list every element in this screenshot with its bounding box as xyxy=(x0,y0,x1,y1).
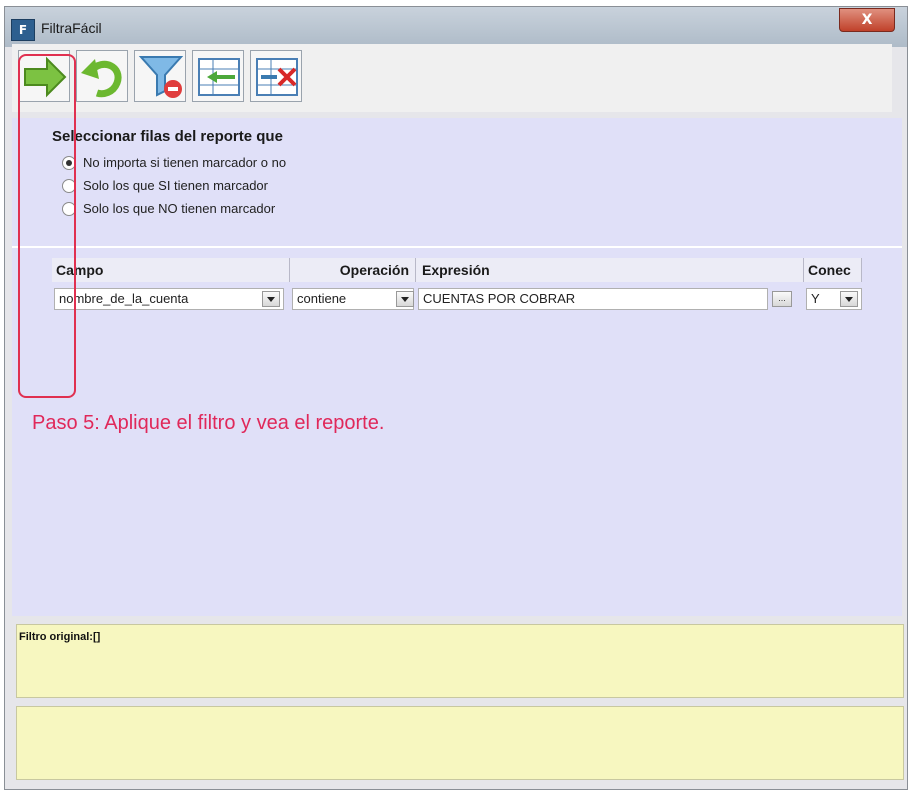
funnel-remove-icon xyxy=(138,56,184,98)
clear-filter-button[interactable] xyxy=(134,50,186,102)
radio-label: Solo los que SI tienen marcador xyxy=(83,178,268,194)
filter-grid-panel: Campo Operación Expresión Conec nombre_d… xyxy=(12,248,902,616)
radio-option-any[interactable]: No importa si tienen marcador o no xyxy=(62,154,286,172)
title-bar[interactable]: F FiltraFácil X xyxy=(5,7,907,47)
campo-select[interactable]: nombre_de_la_cuenta xyxy=(54,288,284,310)
app-icon: F xyxy=(11,19,35,41)
table-delete-row-icon xyxy=(256,58,298,96)
chevron-down-icon[interactable] xyxy=(396,291,414,307)
original-filter-label: Filtro original:[] xyxy=(19,631,101,643)
window-title: FiltraFácil xyxy=(41,20,102,36)
selection-panel: Seleccionar filas del reporte que No imp… xyxy=(12,118,902,248)
undo-button[interactable] xyxy=(76,50,128,102)
ellipsis-button[interactable]: ... xyxy=(772,291,792,307)
radio-option-without-marker[interactable]: Solo los que NO tienen marcador xyxy=(62,200,275,218)
chevron-down-icon[interactable] xyxy=(840,291,858,307)
toolbar xyxy=(12,44,892,112)
table-insert-row-icon xyxy=(198,58,240,96)
delete-row-button[interactable] xyxy=(250,50,302,102)
radio-label: Solo los que NO tienen marcador xyxy=(83,201,276,217)
close-button[interactable]: X xyxy=(839,8,895,32)
expresion-input[interactable]: CUENTAS POR COBRAR xyxy=(418,288,768,310)
radio-label: No importa si tienen marcador o no xyxy=(83,155,287,171)
filter-text-panel xyxy=(16,706,904,780)
insert-row-button[interactable] xyxy=(192,50,244,102)
header-operacion[interactable]: Operación xyxy=(290,258,416,282)
instruction-text: Paso 5: Aplique el filtro y vea el repor… xyxy=(32,412,385,434)
selection-heading: Seleccionar filas del reporte que xyxy=(52,128,283,145)
header-campo[interactable]: Campo xyxy=(52,258,290,282)
radio-option-with-marker[interactable]: Solo los que SI tienen marcador xyxy=(62,177,268,195)
undo-arrow-icon xyxy=(81,59,122,98)
header-conector[interactable]: Conec xyxy=(804,258,862,282)
original-filter-panel: Filtro original:[] xyxy=(16,624,904,698)
annotation-highlight-box xyxy=(18,54,76,398)
header-expresion[interactable]: Expresión xyxy=(416,258,804,282)
chevron-down-icon[interactable] xyxy=(262,291,280,307)
